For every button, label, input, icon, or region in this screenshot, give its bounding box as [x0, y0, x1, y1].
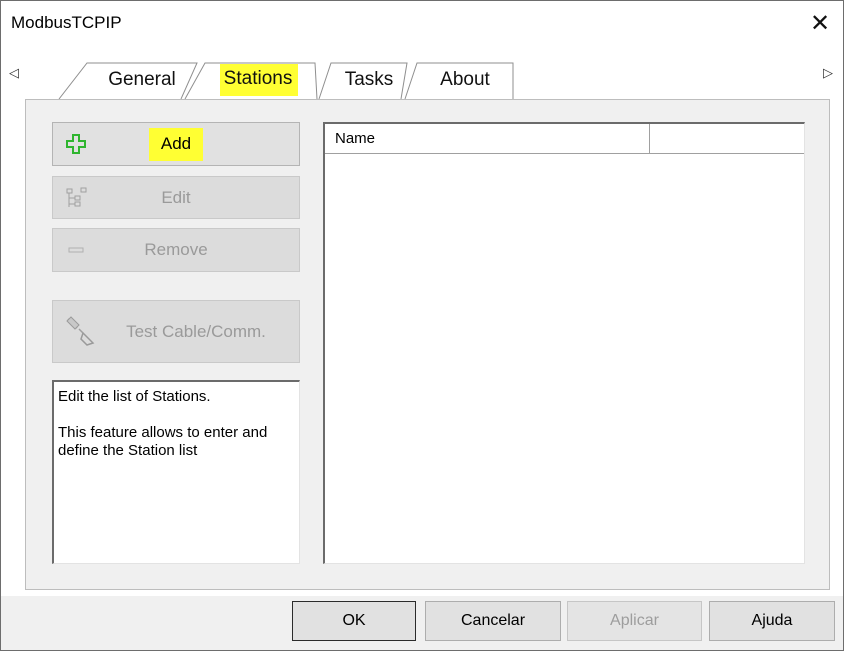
add-button[interactable]: Add [52, 122, 300, 166]
tab-tasks[interactable]: Tasks [331, 63, 407, 96]
window-title: ModbusTCPIP [11, 13, 122, 32]
edit-button-label: Edit [161, 187, 191, 207]
column-header-empty[interactable] [650, 124, 804, 153]
tab-about-label: About [440, 68, 490, 90]
tab-about[interactable]: About [416, 63, 514, 96]
help-button[interactable]: Ajuda [709, 601, 835, 641]
ok-button[interactable]: OK [292, 601, 416, 641]
test-cable-button[interactable]: Test Cable/Comm. [52, 300, 300, 363]
test-cable-button-label: Test Cable/Comm. [126, 321, 266, 341]
title-bar: ModbusTCPIP ✕ [1, 1, 843, 45]
tab-strip: ◁ ▷ General Stations Tasks About [1, 57, 843, 99]
tab-scroll-left-icon[interactable]: ◁ [9, 65, 19, 81]
description-box: Edit the list of Stations. This feature … [52, 380, 300, 564]
tab-general-label: General [108, 68, 176, 90]
remove-button[interactable]: Remove [52, 228, 300, 272]
edit-button[interactable]: Edit [52, 176, 300, 219]
list-header: Name [325, 124, 804, 154]
stations-list[interactable]: Name [323, 122, 805, 564]
tab-stations[interactable]: Stations [201, 63, 317, 96]
column-header-name[interactable]: Name [325, 124, 650, 153]
tab-stations-label: Stations [219, 63, 299, 96]
description-line-1: Edit the list of Stations. [58, 388, 211, 405]
close-button[interactable]: ✕ [797, 1, 843, 45]
remove-button-label: Remove [144, 240, 208, 259]
description-line-2: This feature allows to enter and define … [58, 424, 268, 459]
cancel-button[interactable]: Cancelar [425, 601, 561, 641]
tab-scroll-right-icon[interactable]: ▷ [823, 65, 833, 81]
close-icon: ✕ [809, 9, 831, 37]
dialog-window: ModbusTCPIP ✕ ◁ ▷ General Stations Tasks [0, 0, 844, 651]
add-button-label: Add [148, 128, 204, 161]
tab-tasks-label: Tasks [344, 68, 394, 90]
tab-general[interactable]: General [87, 63, 197, 96]
apply-button[interactable]: Aplicar [567, 601, 702, 641]
